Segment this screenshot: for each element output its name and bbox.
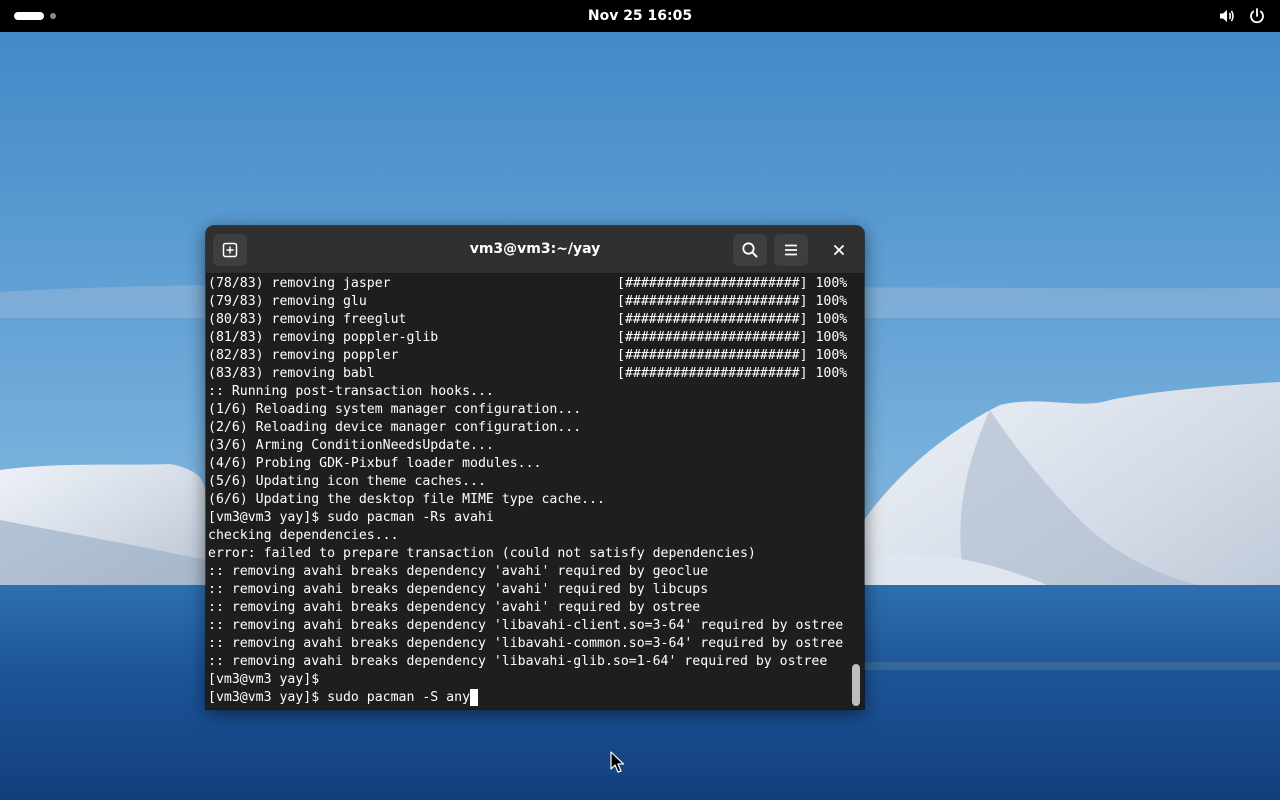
terminal-line-text: (2/6) Reloading device manager configura… xyxy=(208,420,582,435)
hamburger-menu-icon xyxy=(785,244,797,256)
terminal-line-text: [vm3@vm3 yay]$ sudo pacman -Rs avahi xyxy=(208,510,494,525)
terminal-line: error: failed to prepare transaction (co… xyxy=(208,545,848,563)
text-cursor xyxy=(470,689,479,706)
progress-bar-text: [######################] 100% xyxy=(617,330,848,345)
shell-prompt: [vm3@vm3 yay]$ xyxy=(208,690,328,705)
terminal-line: [vm3@vm3 yay]$ sudo pacman -Rs avahi xyxy=(208,509,848,527)
terminal-lines: (78/83) removing jasper [################… xyxy=(208,275,848,707)
terminal-line: (2/6) Reloading device manager configura… xyxy=(208,419,848,437)
terminal-line: (81/83) removing poppler-glib [##########… xyxy=(208,329,848,347)
terminal-line-text: :: removing avahi breaks dependency 'ava… xyxy=(208,582,709,597)
scrollbar-thumb[interactable] xyxy=(852,664,860,706)
terminal-headerbar[interactable]: vm3@vm3:~/yay xyxy=(206,226,864,274)
search-icon xyxy=(742,242,758,258)
terminal-line-text: :: removing avahi breaks dependency 'lib… xyxy=(208,636,844,651)
terminal-line: (1/6) Reloading system manager configura… xyxy=(208,401,848,419)
terminal-line-text: (83/83) removing babl xyxy=(208,366,375,381)
terminal-line-text: (5/6) Updating icon theme caches... xyxy=(208,474,486,489)
terminal-line: (83/83) removing babl [##################… xyxy=(208,365,848,383)
terminal-line-text: (80/83) removing freeglut xyxy=(208,312,407,327)
terminal-line: :: removing avahi breaks dependency 'ava… xyxy=(208,599,848,617)
terminal-output[interactable]: (78/83) removing jasper [################… xyxy=(206,274,848,709)
mouse-pointer-icon xyxy=(610,751,625,773)
terminal-line-text: :: Running post-transaction hooks... xyxy=(208,384,494,399)
terminal-line: :: removing avahi breaks dependency 'lib… xyxy=(208,617,848,635)
clock-date-time[interactable]: Nov 25 16:05 xyxy=(588,8,692,24)
terminal-line: (3/6) Arming ConditionNeedsUpdate... xyxy=(208,437,848,455)
terminal-scrollbar[interactable] xyxy=(848,274,864,709)
terminal-line-text: error: failed to prepare transaction (co… xyxy=(208,546,756,561)
search-button[interactable] xyxy=(733,234,767,266)
terminal-line: :: Running post-transaction hooks... xyxy=(208,383,848,401)
main-menu-button[interactable] xyxy=(774,234,808,266)
top-bar: Nov 25 16:05 xyxy=(0,0,1280,32)
terminal-line: [vm3@vm3 yay]$ xyxy=(208,671,848,689)
progress-bar-text: [######################] 100% xyxy=(617,312,848,327)
new-tab-icon xyxy=(222,242,238,258)
terminal-line: (78/83) removing jasper [################… xyxy=(208,275,848,293)
new-tab-button[interactable] xyxy=(213,234,247,266)
close-icon xyxy=(834,245,844,255)
terminal-line: (80/83) removing freeglut [##############… xyxy=(208,311,848,329)
terminal-line: (6/6) Updating the desktop file MIME typ… xyxy=(208,491,848,509)
terminal-prompt-line[interactable]: [vm3@vm3 yay]$ sudo pacman -S any xyxy=(208,689,848,707)
terminal-line: (5/6) Updating icon theme caches... xyxy=(208,473,848,491)
terminal-line: checking dependencies... xyxy=(208,527,848,545)
terminal-line-text: (82/83) removing poppler xyxy=(208,348,399,363)
terminal-line: :: removing avahi breaks dependency 'lib… xyxy=(208,635,848,653)
terminal-line-text: (78/83) removing jasper xyxy=(208,276,391,291)
progress-bar-text: [######################] 100% xyxy=(617,348,848,363)
terminal-line-text: (81/83) removing poppler-glib xyxy=(208,330,439,345)
terminal-line: (82/83) removing poppler [###############… xyxy=(208,347,848,365)
terminal-line-text: :: removing avahi breaks dependency 'lib… xyxy=(208,618,844,633)
power-icon[interactable] xyxy=(1248,7,1266,25)
workspace-indicator-inactive xyxy=(50,13,56,19)
terminal-line-text: [vm3@vm3 yay]$ xyxy=(208,672,320,687)
workspace-indicator-active xyxy=(14,12,44,20)
terminal-line: :: removing avahi breaks dependency 'lib… xyxy=(208,653,848,671)
progress-bar-text: [######################] 100% xyxy=(617,366,848,381)
terminal-line-text: (4/6) Probing GDK-Pixbuf loader modules.… xyxy=(208,456,542,471)
terminal-line-text: :: removing avahi breaks dependency 'ava… xyxy=(208,564,709,579)
terminal-line: (79/83) removing glu [###################… xyxy=(208,293,848,311)
terminal-line-text: :: removing avahi breaks dependency 'lib… xyxy=(208,654,828,669)
activities-button[interactable] xyxy=(14,10,56,22)
volume-icon[interactable] xyxy=(1218,7,1236,25)
command-input[interactable]: sudo pacman -S any xyxy=(327,690,470,705)
close-button[interactable] xyxy=(828,239,850,261)
terminal-window[interactable]: vm3@vm3:~/yay (78/83) removing jasper [##… xyxy=(206,226,864,709)
terminal-line-text: (79/83) removing glu xyxy=(208,294,367,309)
terminal-line: :: removing avahi breaks dependency 'ava… xyxy=(208,581,848,599)
terminal-line-text: :: removing avahi breaks dependency 'ava… xyxy=(208,600,701,615)
terminal-line: (4/6) Probing GDK-Pixbuf loader modules.… xyxy=(208,455,848,473)
terminal-line: :: removing avahi breaks dependency 'ava… xyxy=(208,563,848,581)
terminal-line-text: (3/6) Arming ConditionNeedsUpdate... xyxy=(208,438,494,453)
window-title: vm3@vm3:~/yay xyxy=(469,241,601,257)
terminal-line-text: (1/6) Reloading system manager configura… xyxy=(208,402,582,417)
terminal-line-text: (6/6) Updating the desktop file MIME typ… xyxy=(208,492,605,507)
progress-bar-text: [######################] 100% xyxy=(617,276,848,291)
progress-bar-text: [######################] 100% xyxy=(617,294,848,309)
terminal-line-text: checking dependencies... xyxy=(208,528,399,543)
system-menu[interactable] xyxy=(1218,7,1266,25)
